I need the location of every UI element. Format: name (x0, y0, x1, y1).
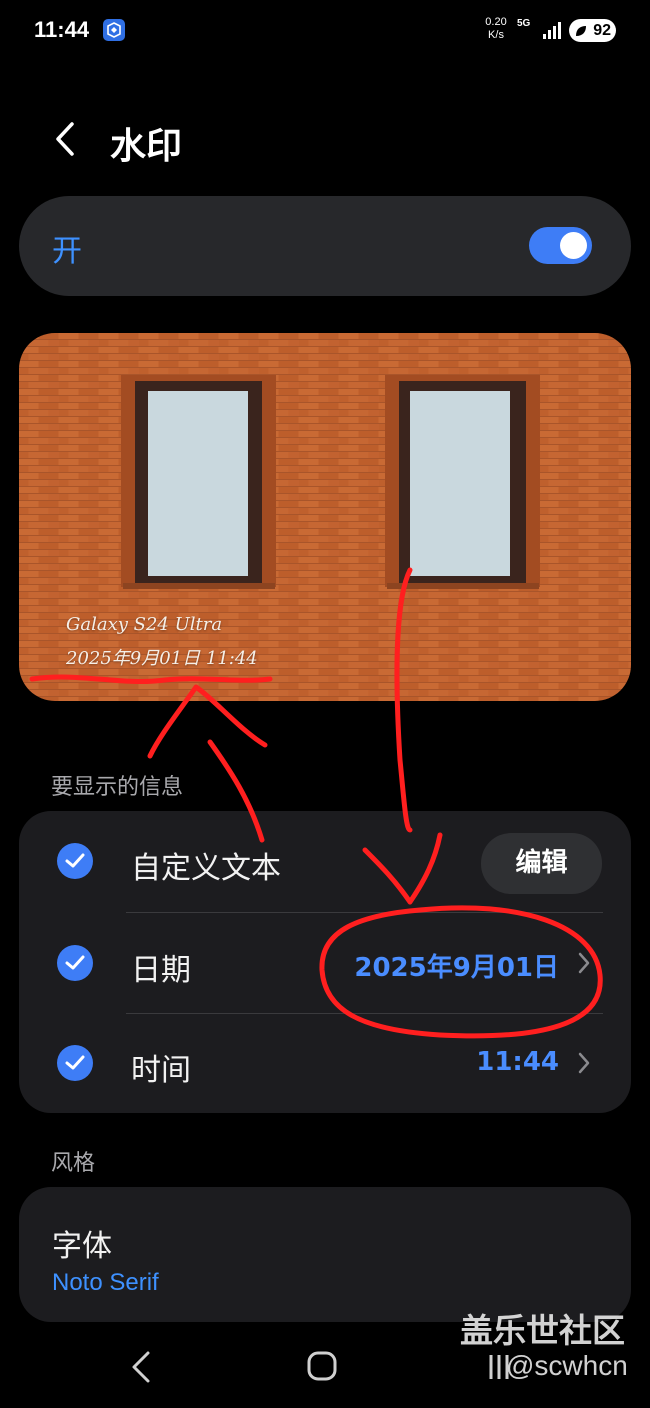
row-date[interactable]: 日期 2025年9月01日 (19, 913, 631, 1013)
network-speed-value: 0.20 (485, 16, 507, 28)
forum-watermark-brand: 盖乐世社区 (460, 1311, 625, 1350)
info-options-card: 自定义文本 编辑 日期 2025年9月01日 时间 11:44 (19, 811, 631, 1113)
status-bar: 11:44 0.20 K/s 5G 92 (0, 0, 650, 62)
network-type: 5G (517, 18, 531, 29)
chevron-right-icon (578, 952, 590, 974)
battery-saver-icon (576, 26, 586, 36)
app-notification-icon (103, 19, 125, 41)
check-icon (65, 1055, 85, 1070)
row-label-time: 时间 (131, 1053, 191, 1088)
date-format-value: 2025年9月01日 (354, 953, 559, 983)
info-section-heading: 要显示的信息 (51, 775, 184, 800)
row-label-date: 日期 (131, 953, 191, 988)
battery-indicator: 92 (569, 19, 616, 42)
time-format-value: 11:44 (476, 1047, 559, 1077)
watermark-datetime-text: 2025年9月01日 11:44 (66, 648, 258, 669)
toggle-knob (560, 232, 587, 259)
checkbox-date[interactable] (57, 945, 93, 981)
watermark-master-toggle[interactable]: 开 (19, 196, 631, 296)
back-button[interactable] (46, 119, 86, 159)
font-label: 字体 (52, 1229, 112, 1264)
check-icon (65, 955, 85, 970)
page-header: 水印 (0, 105, 650, 175)
watermark-model-text: Galaxy S24 Ultra (66, 614, 223, 635)
row-time[interactable]: 时间 11:44 (19, 1013, 631, 1113)
style-section-heading: 风格 (51, 1151, 96, 1176)
status-time: 11:44 (34, 17, 90, 42)
row-label-custom-text: 自定义文本 (131, 851, 281, 886)
watermark-preview: Galaxy S24 Ultra 2025年9月01日 11:44 (19, 333, 631, 701)
network-speed-unit: K/s (488, 29, 504, 41)
master-toggle-label: 开 (52, 234, 82, 269)
chevron-right-icon (578, 1052, 590, 1074)
forum-watermark-user: @scwhcn (506, 1350, 628, 1381)
chevron-left-icon (56, 122, 74, 156)
checkbox-custom-text[interactable] (57, 843, 93, 879)
nav-home-icon[interactable] (306, 1350, 338, 1382)
page-title: 水印 (110, 126, 183, 167)
signal-icon (543, 22, 561, 39)
check-icon (65, 853, 85, 868)
nav-back-icon[interactable] (128, 1350, 154, 1384)
toggle-switch[interactable] (529, 227, 592, 264)
network-speed: 0.20 K/s (478, 16, 514, 42)
checkbox-time[interactable] (57, 1045, 93, 1081)
edit-button[interactable]: 编辑 (481, 833, 602, 894)
battery-level: 92 (593, 22, 611, 39)
font-value: Noto Serif (52, 1269, 159, 1296)
row-custom-text[interactable]: 自定义文本 编辑 (19, 811, 631, 911)
font-setting[interactable]: 字体 Noto Serif (19, 1187, 631, 1322)
